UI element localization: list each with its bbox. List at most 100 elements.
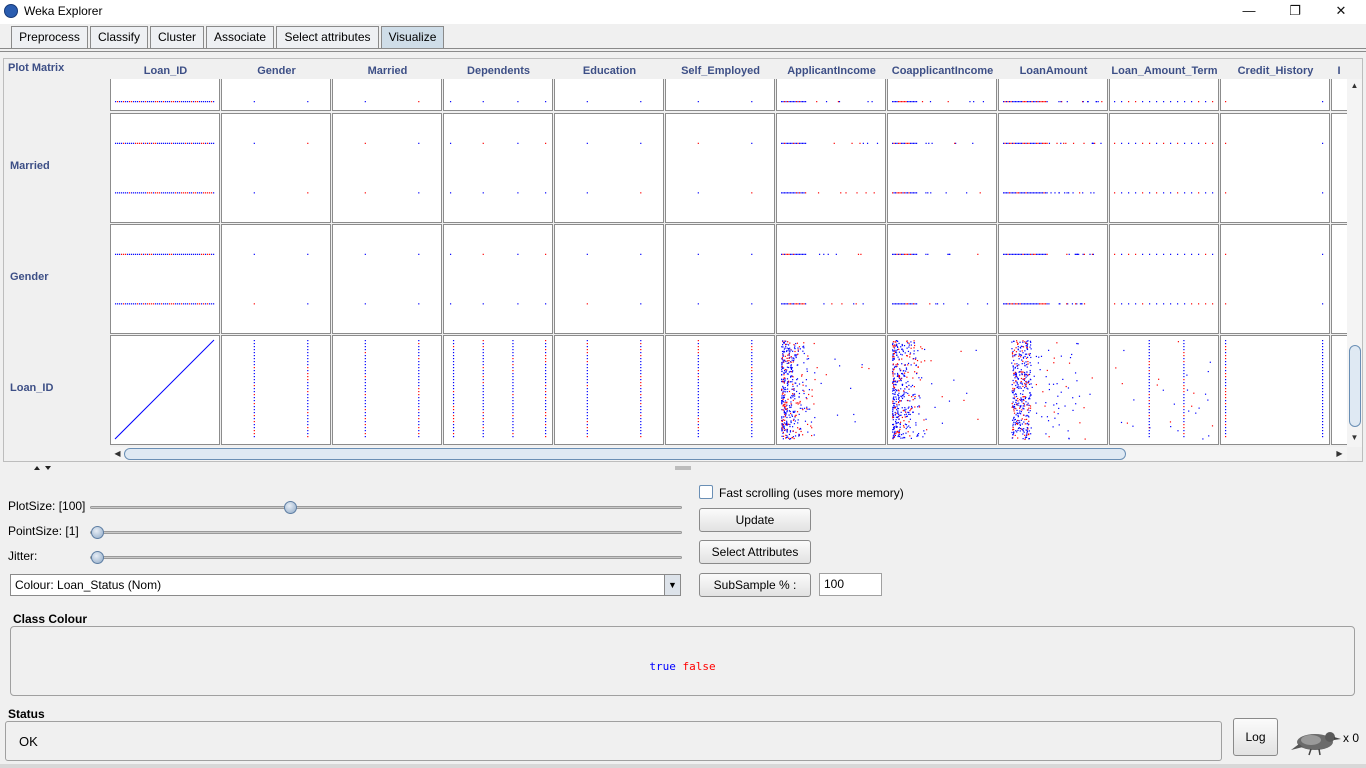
plot-point [1208, 435, 1210, 437]
plot-point [209, 101, 211, 103]
horizontal-scrollbar[interactable]: ◀ ▶ [110, 447, 1347, 461]
plot-point [1024, 353, 1027, 355]
plot-point [640, 385, 642, 387]
plot-point [784, 355, 786, 357]
plot-point [1013, 403, 1016, 406]
plot-point [896, 372, 899, 375]
plot-point [253, 364, 255, 366]
tab-select-attributes[interactable]: Select attributes [276, 26, 379, 48]
plot-point [1028, 411, 1030, 414]
plot-point [786, 401, 788, 403]
plot-point [1079, 192, 1081, 194]
weka-bird-icon[interactable] [1289, 726, 1341, 756]
tab-classify[interactable]: Classify [90, 26, 148, 48]
plot-point [802, 303, 804, 305]
plot-point [1010, 303, 1012, 305]
scroll-down-arrow[interactable]: ▼ [1347, 433, 1362, 442]
class-label-true[interactable]: true [649, 660, 676, 673]
plot-cell [110, 113, 220, 223]
plot-point [193, 303, 195, 305]
plot-point [157, 253, 159, 255]
plot-point [782, 428, 784, 430]
plot-point [903, 396, 905, 398]
horizontal-scroll-thumb[interactable] [124, 448, 1126, 460]
plot-point [139, 101, 141, 103]
minimize-button[interactable]: — [1226, 0, 1272, 24]
chevron-down-icon[interactable]: ▼ [664, 575, 680, 595]
plot-point [793, 393, 795, 395]
jitter-slider-track[interactable] [90, 556, 682, 559]
plot-point [892, 416, 894, 418]
plot-point [892, 371, 894, 373]
plot-point [364, 436, 366, 438]
plot-point [794, 415, 796, 417]
close-button[interactable]: ✕ [1318, 0, 1364, 24]
update-button[interactable]: Update [699, 508, 811, 532]
tab-cluster[interactable]: Cluster [150, 26, 204, 48]
plot-point [912, 399, 914, 401]
class-label-false[interactable]: false [683, 660, 716, 673]
tab-associate[interactable]: Associate [206, 26, 274, 48]
plot-point [364, 412, 366, 414]
plot-point [418, 433, 420, 435]
plot-point [307, 349, 309, 351]
jitter-slider-knob[interactable] [91, 551, 104, 564]
vertical-scroll-thumb[interactable] [1349, 345, 1361, 427]
plot-point [1225, 388, 1227, 390]
scatter-plot-matrix[interactable] [110, 79, 1347, 446]
plot-point [787, 303, 789, 305]
plot-point [1191, 253, 1193, 255]
subsample-percent-input[interactable]: 100 [819, 573, 882, 596]
point-size-slider-track[interactable] [90, 531, 682, 534]
plot-point [1148, 409, 1150, 411]
plot-point [640, 403, 642, 405]
plot-point [203, 303, 205, 305]
fast-scrolling-checkbox[interactable] [699, 485, 713, 499]
point-size-slider-knob[interactable] [91, 526, 104, 539]
plot-point [586, 388, 588, 390]
plot-point [1019, 427, 1021, 430]
split-pane-divider[interactable] [0, 462, 1366, 472]
plot-point [149, 192, 151, 194]
plot-point [115, 303, 117, 305]
plot-point [364, 370, 366, 372]
plot-point [781, 101, 783, 103]
plot-point [364, 358, 366, 360]
plot-point [904, 253, 906, 255]
vertical-scrollbar[interactable]: ▲ ▼ [1347, 79, 1362, 447]
tab-visualize[interactable]: Visualize [381, 26, 444, 48]
plot-point [801, 374, 803, 376]
plot-point [1212, 101, 1214, 103]
plot-size-slider-knob[interactable] [284, 501, 297, 514]
scroll-up-arrow[interactable]: ▲ [1347, 81, 1362, 90]
plot-point [1026, 404, 1028, 406]
plot-point [1017, 343, 1019, 345]
plot-point [820, 382, 822, 385]
plot-point [205, 303, 207, 305]
plot-point [789, 416, 791, 418]
plot-point [1024, 341, 1026, 343]
subsample-button[interactable]: SubSample % : [699, 573, 811, 597]
tab-preprocess[interactable]: Preprocess [11, 26, 88, 48]
plot-point [545, 427, 547, 429]
plot-point [253, 412, 255, 414]
plot-point [640, 406, 642, 408]
plot-point [1026, 427, 1028, 429]
plot-point [191, 253, 193, 255]
plot-point [181, 192, 183, 194]
colour-attribute-select[interactable]: Colour: Loan_Status (Nom) ▼ [10, 574, 681, 596]
plot-point [1056, 142, 1058, 144]
plot-size-slider-track[interactable] [90, 506, 682, 509]
select-attributes-button[interactable]: Select Attributes [699, 540, 811, 564]
plot-point [175, 101, 177, 103]
plot-point [449, 101, 452, 103]
scroll-right-arrow[interactable]: ▶ [1332, 449, 1347, 458]
plot-point [783, 411, 786, 413]
log-button[interactable]: Log [1233, 718, 1278, 756]
plot-point [794, 142, 796, 144]
maximize-button[interactable]: ❐ [1272, 0, 1318, 24]
scroll-left-arrow[interactable]: ◀ [110, 449, 125, 458]
plot-point [899, 192, 901, 194]
plot-point [307, 397, 309, 399]
plot-point [449, 303, 452, 305]
